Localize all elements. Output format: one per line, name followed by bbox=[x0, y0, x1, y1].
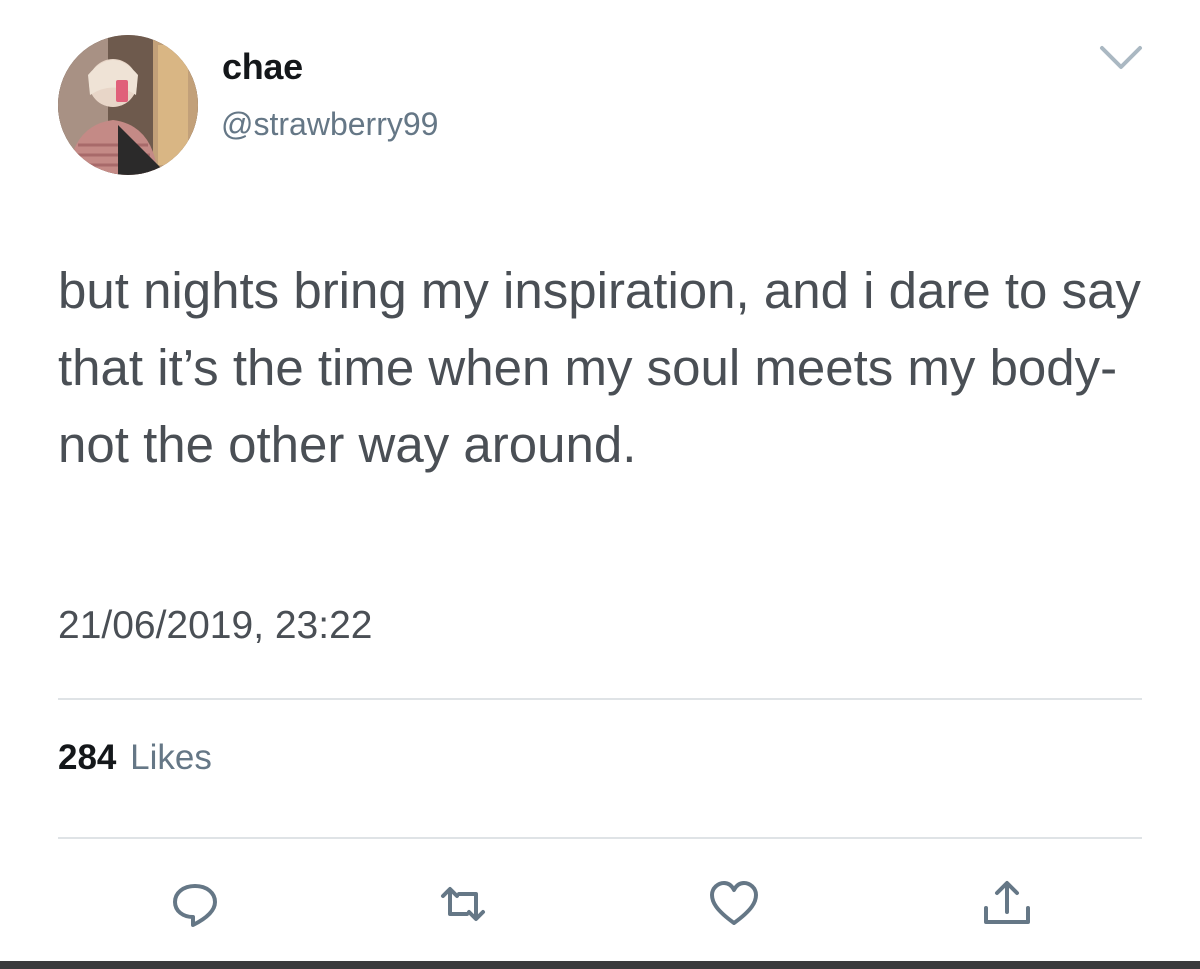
share-icon bbox=[984, 881, 1030, 924]
heart-icon bbox=[710, 881, 758, 925]
tweet-timestamp[interactable]: 21/06/2019, 23:22 bbox=[58, 604, 372, 648]
divider bbox=[58, 837, 1142, 839]
chevron-down-icon[interactable] bbox=[1096, 40, 1146, 76]
profile-photo-icon bbox=[58, 35, 198, 175]
share-button[interactable] bbox=[979, 876, 1035, 932]
divider bbox=[58, 698, 1142, 700]
author-name[interactable]: chae bbox=[222, 46, 303, 88]
bottom-border bbox=[0, 961, 1200, 969]
likes-stat[interactable]: 284 Likes bbox=[58, 738, 212, 778]
reply-button[interactable] bbox=[167, 876, 223, 932]
avatar[interactable] bbox=[58, 35, 198, 175]
author-handle[interactable]: @strawberry99 bbox=[221, 106, 438, 143]
like-button[interactable] bbox=[706, 876, 762, 932]
likes-count: 284 bbox=[58, 738, 117, 777]
retweet-button[interactable] bbox=[435, 876, 491, 932]
reply-icon bbox=[173, 884, 217, 927]
tweet-text: but nights bring my inspiration, and i d… bbox=[58, 262, 1141, 473]
retweet-icon bbox=[441, 887, 485, 921]
likes-label: Likes bbox=[130, 738, 212, 777]
